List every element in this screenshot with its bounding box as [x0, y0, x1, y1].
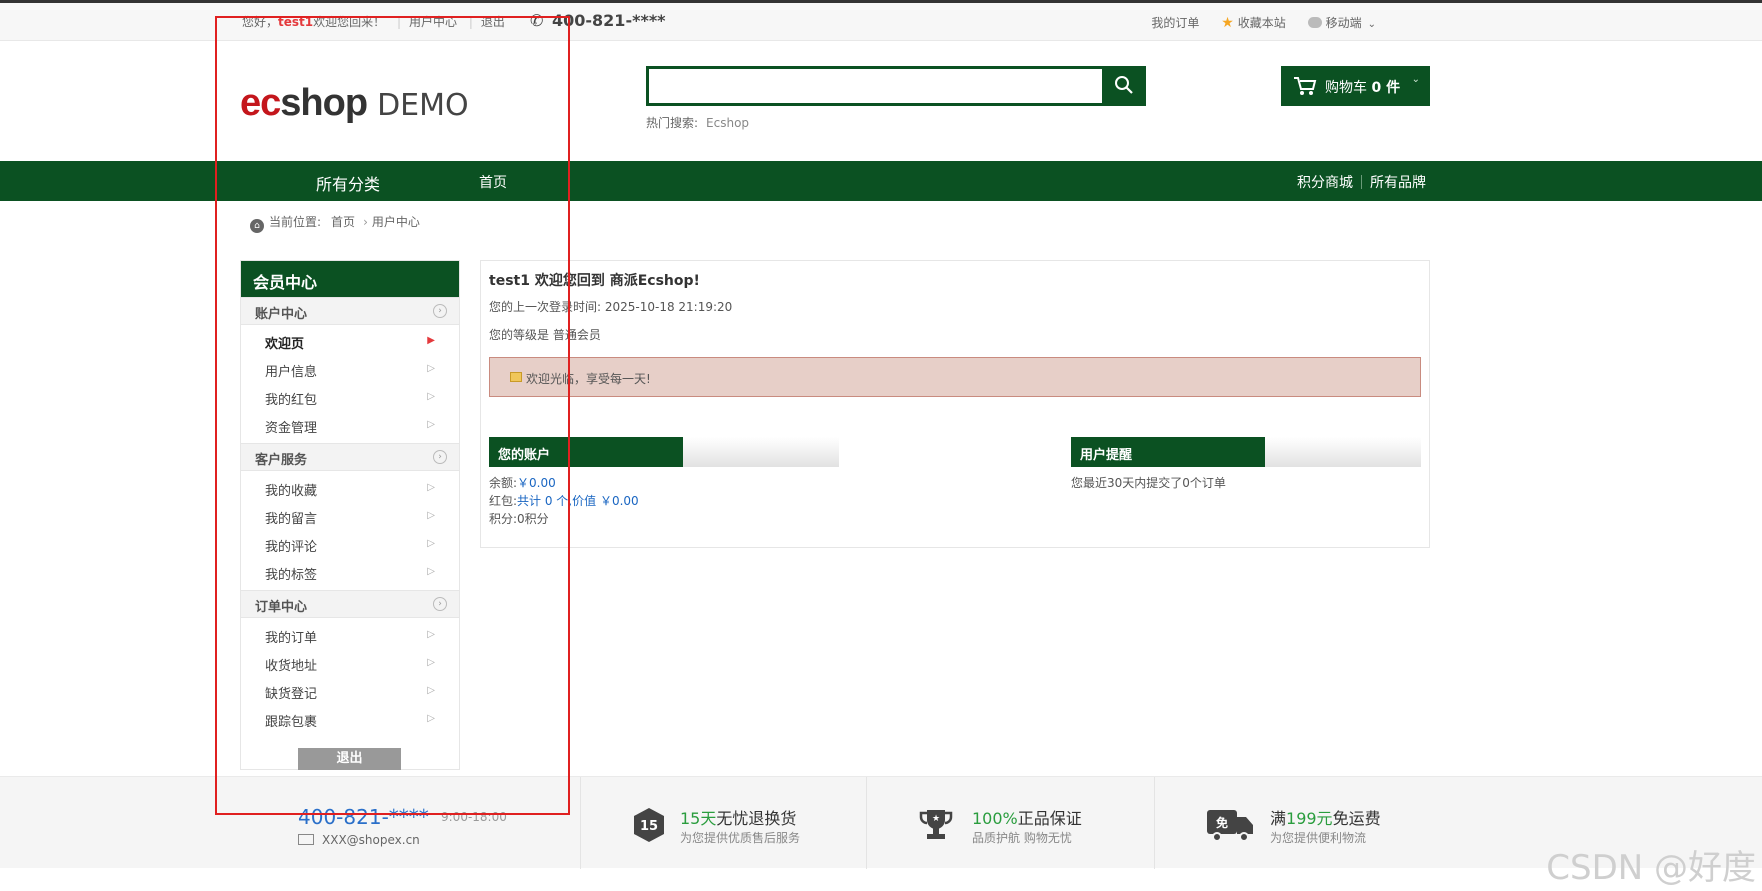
feature-returns-sub: 为您提供优质售后服务 — [680, 831, 801, 845]
divider — [1361, 175, 1362, 189]
truck-badge-text: 免 — [1216, 815, 1228, 830]
feature-genuine-title: 100%正品保证 — [972, 805, 1082, 829]
wechat-icon — [1307, 17, 1322, 28]
my-orders-link[interactable]: 我的订单 — [1151, 16, 1199, 30]
feature-title: 免运费 — [1332, 809, 1381, 828]
bookmark-link[interactable]: ★ 收藏本站 — [1221, 15, 1286, 31]
cart-label: 购物车 — [1325, 80, 1367, 96]
search-input[interactable] — [646, 66, 1146, 106]
mobile-link[interactable]: 移动端 ⌄ — [1307, 16, 1376, 30]
star-icon: ★ — [1221, 15, 1234, 31]
feature-title: 正品保证 — [1017, 809, 1082, 828]
feature-genuine-sub: 品质护航 购物无忧 — [972, 831, 1072, 845]
feature-highlight: 199元 — [1286, 809, 1333, 828]
welcome-panel: test1 欢迎您回到 商派Ecshop! 您的上一次登录时间: 2025-10… — [480, 260, 1430, 548]
truck-icon: 免 — [1207, 810, 1253, 842]
divider — [1154, 777, 1155, 869]
reminder-box-header: 用户提醒 — [1071, 437, 1421, 467]
nav-all-brands[interactable]: 所有品牌 — [1370, 175, 1426, 191]
bookmark-label: 收藏本站 — [1237, 16, 1286, 30]
badge-15-icon: 15 — [634, 808, 664, 842]
top-links: 我的订单 ★ 收藏本站 移动端 ⌄ — [1133, 14, 1376, 31]
mobile-label: 移动端 — [1325, 16, 1362, 30]
envelope-icon — [298, 834, 314, 845]
badge-15-text: 15 — [640, 819, 658, 834]
watermark: CSDN @好度 — [1546, 848, 1756, 888]
annotation-highlight-box — [215, 16, 570, 815]
feature-highlight: 100% — [972, 809, 1018, 828]
svg-text:★: ★ — [932, 814, 940, 824]
feature-returns-title: 15天无忧退换货 — [680, 805, 796, 829]
feature-shipping-sub: 为您提供便利物流 — [1270, 831, 1367, 845]
feature-prefix: 满 — [1270, 809, 1287, 828]
nav-points-mall[interactable]: 积分商城 — [1297, 175, 1353, 191]
search-icon — [1115, 76, 1133, 94]
cart-icon — [1294, 77, 1317, 95]
search-button[interactable] — [1102, 66, 1146, 106]
chevron-down-icon: ⌄ — [1411, 74, 1420, 85]
reminder-text: 您最近30天内提交了0个订单 — [1071, 476, 1226, 490]
hot-search: 热门搜索: Ecshop — [646, 114, 749, 131]
hot-keyword[interactable]: Ecshop — [706, 116, 749, 130]
cart-count: 0 件 — [1371, 80, 1401, 96]
feature-highlight: 15天 — [680, 809, 717, 828]
chevron-down-icon: ⌄ — [1367, 19, 1376, 30]
hot-search-label: 热门搜索: — [646, 116, 699, 130]
nav-right-links: 积分商城 所有品牌 — [1297, 172, 1426, 192]
cart-text: 购物车 0 件 — [1325, 77, 1400, 97]
feature-shipping-title: 满199元免运费 — [1270, 805, 1381, 829]
cart-button[interactable]: 购物车 0 件 ⌄ — [1281, 66, 1430, 106]
divider — [580, 777, 581, 869]
feature-title: 无忧退换货 — [716, 809, 797, 828]
reminder-title: 用户提醒 — [1071, 437, 1265, 467]
notice-banner: 欢迎光临，享受每一天! — [489, 357, 1421, 397]
footer-email[interactable]: XXX@shopex.cn — [322, 833, 420, 847]
trophy-icon: ★ — [919, 810, 953, 839]
divider — [866, 777, 867, 869]
